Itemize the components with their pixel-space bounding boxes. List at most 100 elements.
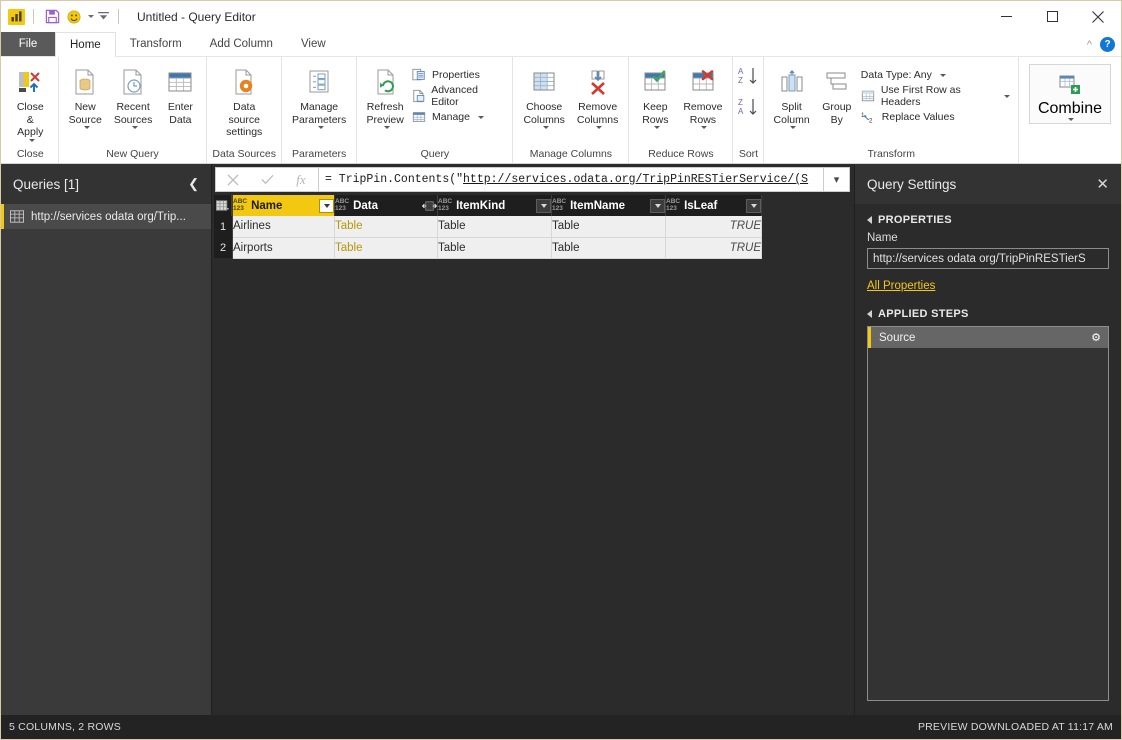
table-row[interactable]: 1 Airlines Table Table Table TRUE <box>214 216 762 238</box>
fx-icon[interactable]: fx <box>287 172 315 188</box>
minimize-icon[interactable] <box>983 1 1029 32</box>
tab-home[interactable]: Home <box>55 32 116 57</box>
replace-values-button[interactable]: 1 2 Replace Values <box>859 108 1014 126</box>
tab-view[interactable]: View <box>287 32 340 56</box>
cell-itemname[interactable]: Table <box>551 216 666 238</box>
cell-isleaf[interactable]: TRUE <box>665 216 762 238</box>
column-header-name[interactable]: ABC 123 Name <box>232 195 335 216</box>
type-badge-abc123: ABC 123 <box>438 198 453 212</box>
gear-icon[interactable]: ⚙ <box>1091 331 1101 344</box>
new-source-label: New Source <box>68 101 102 126</box>
remove-columns-button[interactable]: Remove Columns <box>571 62 624 129</box>
new-source-dropdown-icon[interactable] <box>83 126 90 129</box>
close-icon[interactable]: ✕ <box>1096 177 1109 192</box>
emoji-feedback-icon[interactable] <box>63 6 84 27</box>
split-column-label: Split Column <box>773 101 810 126</box>
cell-isleaf[interactable]: TRUE <box>665 237 762 259</box>
customize-qat-icon[interactable] <box>97 6 110 27</box>
formula-url[interactable]: http://services.odata.org/TripPinRESTier… <box>463 173 808 186</box>
cell-name[interactable]: Airlines <box>232 216 335 238</box>
qat-divider <box>33 9 34 24</box>
new-source-button[interactable]: New Source <box>63 62 108 129</box>
formula-input[interactable]: = TripPin.Contents(" http://services.odat… <box>318 167 824 192</box>
cell-itemkind[interactable]: Table <box>437 216 552 238</box>
cell-data[interactable]: Table <box>334 216 438 238</box>
remove-rows-button[interactable]: Remove Rows <box>677 62 728 129</box>
cancel-icon[interactable] <box>219 174 247 186</box>
column-filter-dropdown-name[interactable] <box>319 198 334 213</box>
tab-add-column[interactable]: Add Column <box>196 32 287 56</box>
manage-query-button[interactable]: Manage <box>409 108 508 126</box>
column-header-itemname[interactable]: ABC 123 ItemName <box>551 195 666 216</box>
tab-transform[interactable]: Transform <box>116 32 196 56</box>
svg-text:2: 2 <box>869 117 873 124</box>
column-filter-dropdown-itemkind[interactable] <box>536 198 551 213</box>
data-source-settings-button[interactable]: Data source settings <box>211 62 277 139</box>
tab-file[interactable]: File <box>1 32 55 56</box>
combine-button[interactable]: Combine <box>1028 64 1111 124</box>
data-type-dropdown-icon[interactable] <box>939 73 946 77</box>
combine-dropdown-icon[interactable] <box>1068 118 1075 121</box>
column-filter-dropdown-isleaf[interactable] <box>746 198 761 213</box>
chevron-down-icon[interactable]: ▾ <box>824 167 850 192</box>
column-header-isleaf[interactable]: ABC 123 IsLeaf <box>665 195 762 216</box>
help-icon[interactable]: ? <box>1100 37 1115 52</box>
split-column-button[interactable]: Split Column <box>768 62 814 129</box>
table-row[interactable]: 2 Airports Table Table Table TRUE <box>214 237 762 259</box>
remove-rows-dropdown-icon[interactable] <box>701 126 708 129</box>
cell-itemname[interactable]: Table <box>551 237 666 259</box>
manage-query-dropdown-icon[interactable] <box>477 115 484 119</box>
expand-columns-icon[interactable] <box>421 199 437 213</box>
close-and-apply-button[interactable]: Close & Apply <box>7 62 54 142</box>
chevron-up-icon[interactable]: ^ <box>1087 39 1092 51</box>
emoji-feedback-dropdown-icon[interactable] <box>84 6 97 27</box>
column-header-itemkind[interactable]: ABC 123 ItemKind <box>437 195 552 216</box>
advanced-editor-button[interactable]: Advanced Editor <box>409 84 508 108</box>
remove-columns-dropdown-icon[interactable] <box>596 126 603 129</box>
checkmark-icon[interactable] <box>253 174 281 185</box>
use-first-row-as-headers-button[interactable]: Use First Row as Headers <box>859 84 1014 108</box>
applied-steps-section-header[interactable]: APPLIED STEPS <box>867 308 1109 320</box>
column-filter-dropdown-itemname[interactable] <box>650 198 665 213</box>
refresh-preview-button[interactable]: Refresh Preview <box>361 62 409 129</box>
ribbon-tab-bar-right: ^ ? <box>1087 32 1115 57</box>
save-icon[interactable] <box>42 6 63 27</box>
column-header-data[interactable]: ABC 123 Data <box>334 195 438 216</box>
all-properties-link[interactable]: All Properties <box>867 280 935 292</box>
recent-sources-button[interactable]: Recent Sources <box>108 62 159 129</box>
keep-rows-dropdown-icon[interactable] <box>653 126 660 129</box>
choose-columns-dropdown-icon[interactable] <box>542 126 549 129</box>
enter-data-button[interactable]: Enter Data <box>158 62 202 126</box>
choose-columns-button[interactable]: Choose Columns <box>517 62 570 129</box>
recent-sources-dropdown-icon[interactable] <box>131 126 138 129</box>
select-all-table-icon[interactable] <box>214 195 233 216</box>
close-apply-dropdown-icon[interactable] <box>28 138 35 142</box>
sort-ascending-button[interactable]: A Z <box>737 66 759 91</box>
name-input[interactable]: http://services odata org/TripPinRESTier… <box>867 248 1109 269</box>
manage-parameters-dropdown-icon[interactable] <box>317 126 324 129</box>
split-column-dropdown-icon[interactable] <box>790 126 797 129</box>
column-header-itemkind-label: ItemKind <box>456 199 506 212</box>
refresh-preview-dropdown-icon[interactable] <box>383 126 390 129</box>
data-source-settings-icon <box>230 65 258 99</box>
cell-itemkind[interactable]: Table <box>437 237 552 259</box>
ribbon-group-close: Close & Apply Close <box>3 57 59 163</box>
group-by-button[interactable]: Group By <box>815 62 859 126</box>
sort-descending-button[interactable]: Z A <box>737 97 759 122</box>
use-first-row-as-headers-dropdown-icon[interactable] <box>1003 94 1010 98</box>
chevron-left-icon[interactable]: ❮ <box>188 176 199 192</box>
maximize-icon[interactable] <box>1029 1 1075 32</box>
combine-icon <box>1057 70 1083 100</box>
query-list-item[interactable]: http://services odata org/Trip... <box>1 204 211 229</box>
properties-section-header[interactable]: PROPERTIES <box>867 214 1109 226</box>
column-header-name-label: Name <box>251 199 283 212</box>
properties-button[interactable]: Properties <box>409 66 508 84</box>
cell-name[interactable]: Airports <box>232 237 335 259</box>
recent-sources-icon <box>119 65 147 99</box>
close-icon[interactable] <box>1075 1 1121 32</box>
keep-rows-button[interactable]: Keep Rows <box>633 62 677 129</box>
manage-parameters-button[interactable]: Manage Parameters <box>286 62 352 129</box>
data-type-button[interactable]: Data Type: Any <box>859 66 1014 84</box>
applied-step-source[interactable]: Source ⚙ <box>868 327 1108 348</box>
cell-data[interactable]: Table <box>334 237 438 259</box>
